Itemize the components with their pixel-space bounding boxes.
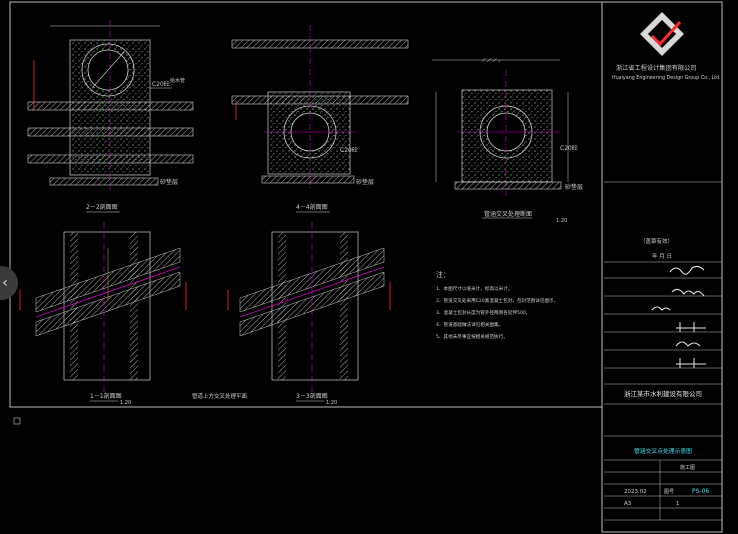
date-label: 年 月 日 (652, 252, 672, 260)
view-top-right: C20砼 砂垫层 管涵交叉处理断面 1:20 (432, 58, 583, 224)
signature-6 (676, 358, 706, 368)
view-caption-top-right: 管涵交叉处理断面 (484, 210, 532, 218)
label-gravel-1: 砂垫层 (160, 178, 178, 186)
note-line-5: 5、其他未尽事宜按相关规范执行。 (436, 333, 508, 340)
view-top-left: C20砼 给水管 砂垫层 (27, 20, 194, 190)
scale-value: A3 (624, 501, 632, 507)
notes-block: 注： 1、本图尺寸以毫米计，标高以米计。 2、管道交叉处采用C20素混凝土包封，… (436, 270, 558, 340)
date-value: 2023.02 (624, 489, 647, 495)
note-line-3: 3、混凝土包封长度为管外径两侧各延伸500。 (436, 309, 530, 316)
signature-5 (675, 341, 701, 347)
label-c20-2: C20砼 (340, 146, 358, 154)
stage-value: 施工图 (680, 464, 695, 471)
title-section-33: 3－3剖面图 (296, 392, 328, 400)
title-section-44: 4－4剖面图 (296, 203, 328, 211)
label-c20-3: C20砼 (560, 144, 578, 152)
title-section-22: 2－2剖面图 (86, 203, 118, 211)
cad-drawing: C20砼 给水管 砂垫层 C20砼 砂垫层 C20砼 砂垫层 管涵交叉处理断面 … (9, 1, 723, 533)
title-section-11: 1－1剖面图 (90, 392, 122, 400)
signature-1 (669, 265, 705, 275)
label-c20-1: C20砼 (152, 80, 170, 88)
signature-4 (676, 322, 706, 332)
drawing-no-label: 图号 (664, 489, 674, 495)
view-top-middle: C20砼 砂垫层 (231, 25, 409, 190)
company-logo (640, 12, 684, 56)
view-bottom-left: 2－2剖面图 1－1剖面图 1:20 (19, 203, 187, 406)
notes-heading: 注： (436, 270, 450, 279)
scale-top-right: 1:20 (556, 218, 567, 224)
company-name-cn: 浙江省工程设计集团有限公司 (616, 64, 696, 72)
label-pipe-1: 给水管 (170, 77, 185, 84)
client-name: 浙江某市水利建设有限公司 (624, 389, 702, 398)
note-line-2: 2、管道交叉处采用C20素混凝土包封，包封范围详见图示。 (436, 297, 558, 304)
caption-plan-a: 管道上方交叉处理平面 (192, 392, 248, 400)
signature-3 (651, 306, 671, 311)
company-name-en: Huaiyang Engineering Design Group Co., L… (612, 75, 719, 81)
date-row-label: （盖章有效） (640, 237, 673, 245)
project-title: 管涵交叉点处理示意图 (634, 447, 692, 455)
scale-11: 1:20 (120, 400, 131, 406)
title-block: 浙江省工程设计集团有限公司 Huaiyang Engineering Desig… (604, 12, 722, 521)
drawing-no: PS-06 (692, 488, 709, 495)
origin-marker (13, 417, 21, 425)
note-line-4: 4、管道基础做法详见相关图集。 (436, 321, 503, 328)
signature-2 (671, 288, 705, 297)
label-gravel-2: 砂垫层 (356, 178, 374, 186)
view-bottom-middle: 4－4剖面图 管道上方交叉处理平面 3－3剖面图 1:20 (192, 203, 391, 406)
note-line-1: 1、本图尺寸以毫米计，标高以米计。 (436, 285, 512, 292)
label-gravel-3: 砂垫层 (565, 183, 583, 191)
chevron-left-icon: ‹ (2, 275, 8, 291)
sheet-value: 1 (676, 501, 680, 507)
scale-33: 1:20 (326, 400, 337, 406)
